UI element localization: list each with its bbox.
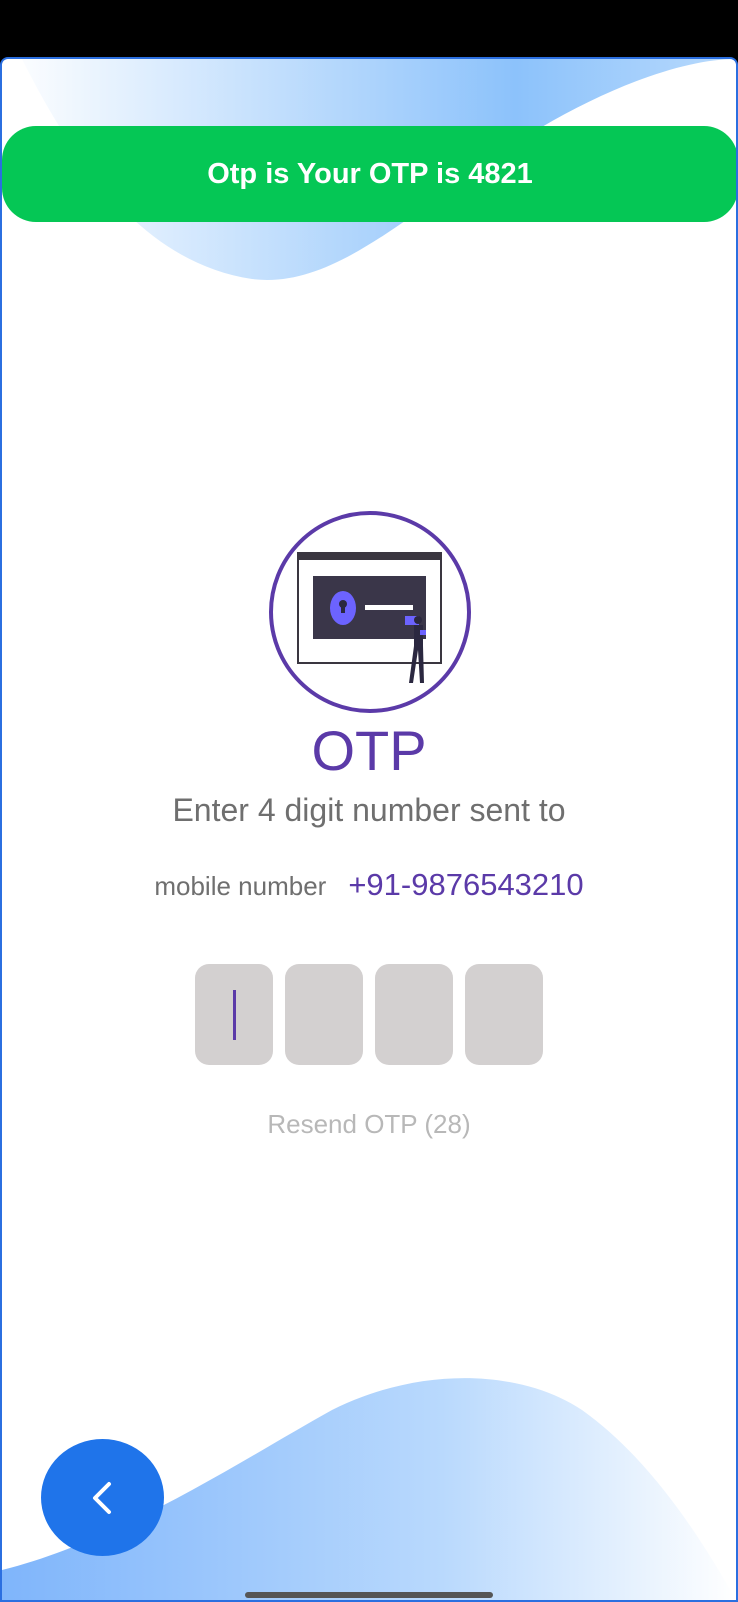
text-cursor [233, 990, 236, 1040]
resend-otp-link[interactable]: Resend OTP (28) [2, 1109, 736, 1140]
back-button[interactable] [41, 1439, 164, 1556]
otp-input-group [195, 964, 543, 1065]
status-bar [0, 0, 738, 57]
lock-screen-illustration [269, 511, 471, 713]
otp-digit-3-input[interactable] [375, 964, 453, 1065]
otp-screen: Otp is Your OTP is 4821 OTP Enter 4 digi… [0, 57, 738, 1602]
otp-instruction: Enter 4 digit number sent to [172, 792, 566, 828]
otp-title: OTP [311, 719, 427, 782]
otp-digit-2-input[interactable] [285, 964, 363, 1065]
mobile-number-label: mobile number [154, 871, 327, 901]
mobile-number-value: +91-9876543210 [348, 867, 584, 902]
toast-message: Otp is Your OTP is 4821 [207, 157, 533, 190]
home-indicator[interactable] [245, 1592, 493, 1598]
otp-toast: Otp is Your OTP is 4821 [2, 126, 736, 222]
otp-digit-4-input[interactable] [465, 964, 543, 1065]
mobile-number-row: mobile number +91-9876543210 [2, 867, 736, 903]
otp-digit-1-input[interactable] [195, 964, 273, 1065]
chevron-left-icon [92, 1481, 111, 1514]
